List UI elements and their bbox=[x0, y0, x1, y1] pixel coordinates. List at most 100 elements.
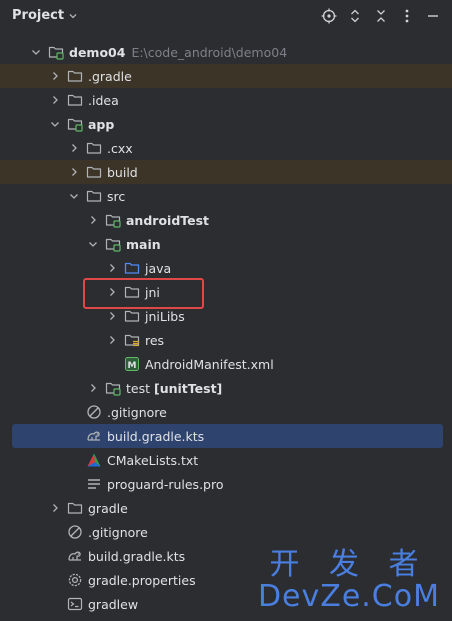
gradle-icon bbox=[86, 428, 102, 444]
tree-item-label: demo04 bbox=[69, 44, 126, 60]
terminal-file-icon bbox=[67, 596, 83, 612]
highlight-box bbox=[83, 278, 204, 309]
chevron-right-icon[interactable] bbox=[49, 502, 61, 514]
tree-item-label: app bbox=[88, 116, 115, 132]
watermark-cn: 开 发 者 bbox=[269, 547, 429, 582]
tree-row[interactable]: jni bbox=[0, 280, 452, 304]
tree-row[interactable]: .cxx bbox=[0, 136, 452, 160]
tree-item-label: jniLibs bbox=[145, 308, 185, 324]
tree-row[interactable]: .idea bbox=[0, 88, 452, 112]
test-folder-icon bbox=[105, 380, 121, 396]
source-folder-icon bbox=[105, 236, 121, 252]
expand-all-icon[interactable] bbox=[347, 8, 363, 24]
chevron-right-icon[interactable] bbox=[87, 382, 99, 394]
chevron-right-icon[interactable] bbox=[106, 262, 118, 274]
tree-row[interactable]: java bbox=[0, 256, 452, 280]
chevron-down-icon bbox=[69, 13, 77, 18]
tree-row[interactable]: res bbox=[0, 328, 452, 352]
arrow-spacer bbox=[49, 598, 61, 610]
arrow-spacer bbox=[49, 526, 61, 538]
arrow-spacer bbox=[49, 550, 61, 562]
folder-icon bbox=[67, 68, 83, 84]
chevron-down-icon[interactable] bbox=[30, 46, 42, 58]
tree-item-label: gradlew bbox=[88, 596, 139, 612]
tree-row[interactable]: .gitignore bbox=[0, 400, 452, 424]
tree-row[interactable]: src bbox=[0, 184, 452, 208]
folder-icon bbox=[86, 140, 102, 156]
more-options-icon[interactable] bbox=[399, 8, 415, 24]
tree-item-label: .cxx bbox=[107, 140, 133, 156]
text-file-icon bbox=[86, 476, 102, 492]
gitignore-icon bbox=[86, 404, 102, 420]
chevron-right-icon[interactable] bbox=[49, 94, 61, 106]
tree-item-path: E:\code_android\demo04 bbox=[131, 44, 288, 60]
tree-row[interactable]: build bbox=[0, 160, 452, 184]
arrow-spacer bbox=[68, 454, 80, 466]
arrow-spacer bbox=[68, 430, 80, 442]
tree-item-label: androidTest bbox=[126, 212, 210, 228]
watermark: 开 发 者 DevZe.CoM bbox=[258, 549, 440, 613]
chevron-right-icon[interactable] bbox=[87, 214, 99, 226]
tree-row[interactable]: test [unitTest] bbox=[0, 376, 452, 400]
tree-item-label: .gitignore bbox=[88, 524, 148, 540]
project-view-selector[interactable]: Project bbox=[12, 8, 78, 23]
tree-item-label: .idea bbox=[88, 92, 119, 108]
tree-item-label: main bbox=[126, 236, 161, 252]
tree-item-label: proguard-rules.pro bbox=[107, 476, 224, 492]
folder-icon bbox=[67, 92, 83, 108]
watermark-en: DevZe.CoM bbox=[257, 579, 440, 614]
gitignore-icon bbox=[67, 524, 83, 540]
folder-icon bbox=[67, 500, 83, 516]
project-toolbar: Project bbox=[0, 0, 452, 34]
folder-icon bbox=[86, 188, 102, 204]
arrow-spacer bbox=[106, 358, 118, 370]
manifest-icon: M bbox=[124, 356, 140, 372]
tree-item-suffix: [unitTest] bbox=[154, 380, 223, 396]
project-title: Project bbox=[12, 8, 65, 23]
tree-row[interactable]: .gradle bbox=[0, 64, 452, 88]
tree-item-label: res bbox=[145, 332, 165, 348]
module-folder-icon bbox=[67, 116, 83, 132]
folder-icon bbox=[124, 308, 140, 324]
tree-item-label: gradle.properties bbox=[88, 572, 196, 588]
locate-icon[interactable] bbox=[321, 8, 337, 24]
tree-item-label: build bbox=[107, 164, 138, 180]
tree-row[interactable]: demo04 E:\code_android\demo04 bbox=[0, 40, 452, 64]
cmake-icon bbox=[86, 452, 102, 468]
hide-panel-icon[interactable] bbox=[425, 8, 441, 24]
chevron-right-icon[interactable] bbox=[106, 310, 118, 322]
chevron-right-icon[interactable] bbox=[49, 70, 61, 82]
chevron-down-icon[interactable] bbox=[68, 190, 80, 202]
tree-item-label: CMakeLists.txt bbox=[107, 452, 199, 468]
svg-text:M: M bbox=[128, 361, 137, 371]
tree-item-label: .gradle bbox=[88, 68, 132, 84]
tree-item-label: gradle bbox=[88, 500, 128, 516]
chevron-right-icon[interactable] bbox=[68, 142, 80, 154]
chevron-right-icon[interactable] bbox=[106, 334, 118, 346]
tree-row[interactable]: M AndroidManifest.xml bbox=[0, 352, 452, 376]
settings-file-icon bbox=[67, 572, 83, 588]
test-folder-icon bbox=[105, 212, 121, 228]
tree-row[interactable]: androidTest bbox=[0, 208, 452, 232]
folder-icon bbox=[86, 164, 102, 180]
tree-item-label: src bbox=[107, 188, 126, 204]
tree-row[interactable]: .gitignore bbox=[0, 520, 452, 544]
tree-row[interactable]: main bbox=[0, 232, 452, 256]
gradle-icon bbox=[67, 548, 83, 564]
tree-row[interactable]: gradle bbox=[0, 496, 452, 520]
arrow-spacer bbox=[68, 478, 80, 490]
tree-row[interactable]: build.gradle.kts bbox=[12, 424, 443, 448]
tree-row[interactable]: jniLibs bbox=[0, 304, 452, 328]
chevron-down-icon[interactable] bbox=[49, 118, 61, 130]
module-folder-icon bbox=[48, 44, 64, 60]
tree-row[interactable]: app bbox=[0, 112, 452, 136]
chevron-right-icon[interactable] bbox=[68, 166, 80, 178]
tree-row[interactable]: CMakeLists.txt bbox=[0, 448, 452, 472]
arrow-spacer bbox=[49, 574, 61, 586]
collapse-all-icon[interactable] bbox=[373, 8, 389, 24]
chevron-down-icon[interactable] bbox=[87, 238, 99, 250]
tree-item-label: test bbox=[126, 380, 151, 396]
tree-row[interactable]: proguard-rules.pro bbox=[0, 472, 452, 496]
resources-folder-icon bbox=[124, 332, 140, 348]
tree-item-label: AndroidManifest.xml bbox=[145, 356, 274, 372]
